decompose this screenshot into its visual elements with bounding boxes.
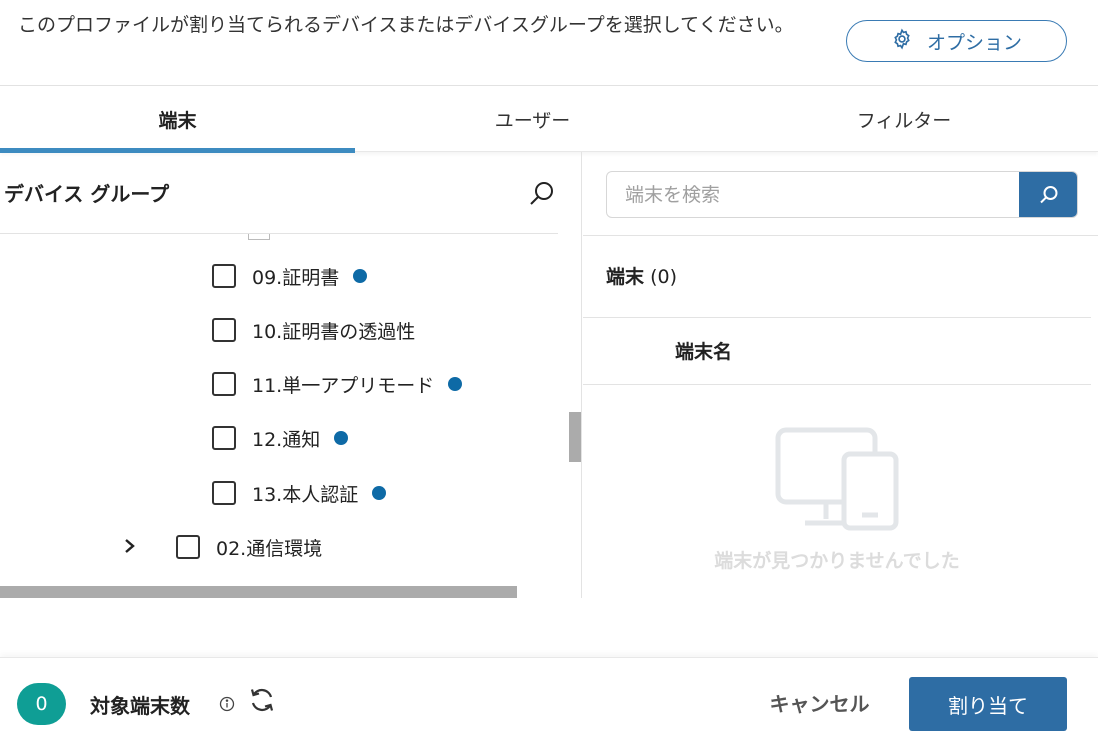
- target-count-badge: 0: [17, 683, 66, 725]
- device-group-panel: デバイス グループ 09.証明書 10.証明書の透過性 11.単一アプリモード …: [0, 152, 582, 598]
- chevron-right-icon[interactable]: [122, 535, 138, 557]
- empty-message: 端末が見つかりませんでした: [714, 550, 960, 572]
- checkbox[interactable]: [212, 481, 236, 505]
- devices-icon: [773, 424, 903, 534]
- tree-item-label: 12.通知: [252, 428, 321, 451]
- vertical-scrollbar[interactable]: [569, 412, 581, 462]
- divider: [583, 235, 1098, 236]
- divider: [583, 384, 1091, 385]
- tab-bar: 端末 ユーザー フィルター: [0, 86, 1098, 153]
- gear-icon: [891, 28, 913, 55]
- partial-checkbox: [248, 234, 270, 240]
- device-count-value: (0): [650, 266, 677, 288]
- column-header-device-name[interactable]: 端末名: [675, 337, 732, 364]
- assign-button[interactable]: 割り当て: [909, 677, 1067, 731]
- status-dot: [334, 431, 349, 445]
- tab-devices[interactable]: 端末: [0, 86, 355, 153]
- refresh-icon[interactable]: [248, 686, 276, 714]
- tree-item-label: 13.本人認証: [252, 483, 359, 506]
- device-panel: 端末 (0) 端末名 端末が見つかりませんでした: [583, 152, 1098, 598]
- target-count-label: 対象端末数: [90, 694, 190, 718]
- device-group-title: デバイス グループ: [4, 182, 170, 206]
- cancel-button[interactable]: キャンセル: [752, 678, 887, 726]
- tree-item-label: 11.単一アプリモード: [252, 374, 435, 397]
- tree-item: 11.単一アプリモード: [212, 367, 463, 401]
- tree-item-label: 10.証明書の透過性: [252, 320, 416, 343]
- tree-item: 09.証明書: [212, 259, 368, 293]
- tree-item: 12.通知: [212, 421, 349, 455]
- device-search-button[interactable]: [1019, 172, 1077, 217]
- status-dot: [448, 377, 463, 391]
- search-icon: [1040, 185, 1058, 203]
- checkbox[interactable]: [212, 264, 236, 288]
- device-count: 端末 (0): [606, 262, 677, 289]
- tab-filters[interactable]: フィルター: [710, 86, 1098, 152]
- tree-item-label: 02.通信環境: [216, 537, 323, 560]
- device-group-header: デバイス グループ: [0, 152, 558, 234]
- tree-item-label: 09.証明書: [252, 266, 340, 289]
- device-search-input[interactable]: [607, 172, 1018, 217]
- divider: [583, 317, 1091, 318]
- header-description: このプロファイルが割り当てられるデバイスまたはデバイスグループを選択してください…: [18, 14, 794, 36]
- checkbox[interactable]: [212, 426, 236, 450]
- footer: 0 対象端末数 キャンセル 割り当て: [0, 657, 1098, 743]
- status-dot: [372, 486, 387, 500]
- options-button[interactable]: オプション: [846, 20, 1067, 62]
- status-dot: [353, 269, 368, 283]
- horizontal-scrollbar[interactable]: [0, 586, 517, 598]
- tree-item: 13.本人認証: [212, 476, 387, 510]
- device-search: [606, 171, 1078, 218]
- options-label: オプション: [926, 31, 1022, 54]
- checkbox[interactable]: [176, 535, 200, 559]
- search-icon[interactable]: [528, 180, 556, 208]
- checkbox[interactable]: [212, 318, 236, 342]
- info-icon[interactable]: [219, 696, 235, 712]
- header: このプロファイルが割り当てられるデバイスまたはデバイスグループを選択してください…: [0, 0, 1098, 86]
- checkbox[interactable]: [212, 372, 236, 396]
- tree-item: 02.通信環境: [176, 530, 322, 564]
- tab-users[interactable]: ユーザー: [355, 86, 710, 152]
- tree-item: 10.証明書の透過性: [212, 313, 415, 347]
- device-count-label: 端末: [606, 266, 645, 288]
